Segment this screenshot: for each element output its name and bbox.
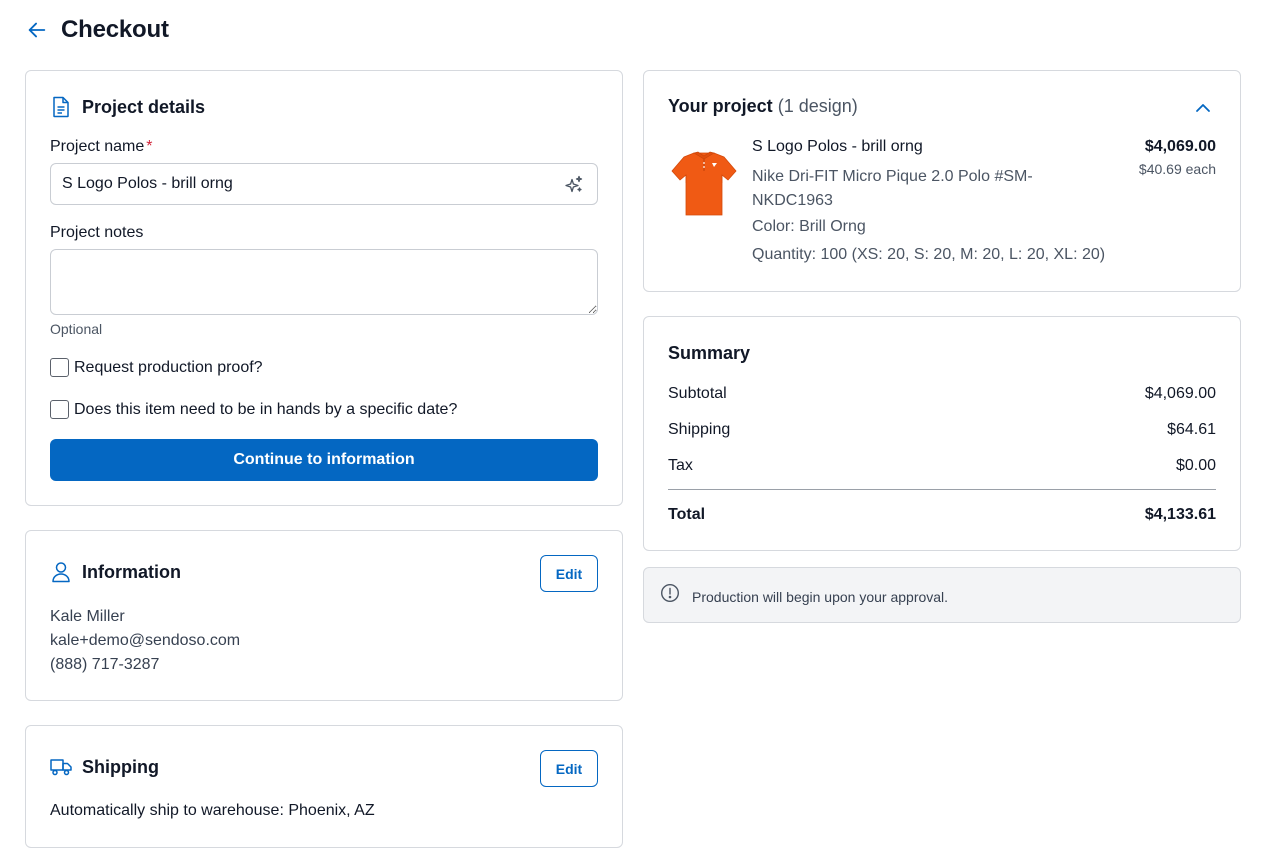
your-project-title-text: Your project <box>668 96 773 116</box>
document-icon <box>50 96 72 118</box>
arrow-left-icon <box>28 22 46 38</box>
design-count: (1 design) <box>777 96 858 116</box>
information-title: Information <box>82 561 181 582</box>
shipping-row: Shipping $64.61 <box>668 421 1216 439</box>
info-circle-icon <box>660 583 680 603</box>
project-details-card: Project details Project name* Project no… <box>25 70 623 506</box>
information-card: Information Edit Kale Miller kale+demo@s… <box>25 530 623 701</box>
shipping-destination: Automatically ship to warehouse: Phoenix… <box>50 802 375 819</box>
summary-divider <box>668 489 1216 490</box>
approval-notice: Production will begin upon your approval… <box>643 567 1241 623</box>
contact-phone: (888) 717-3287 <box>50 656 160 673</box>
continue-to-information-button[interactable]: Continue to information <box>50 439 598 481</box>
total-label: Total <box>668 506 706 523</box>
chevron-up-icon <box>1196 104 1210 112</box>
shipping-cost-label: Shipping <box>668 421 731 438</box>
notes-helper-text: Optional <box>50 321 103 337</box>
product-unit-price: $40.69 each <box>1138 161 1216 177</box>
project-details-header: Project details <box>50 96 205 118</box>
in-hands-date-row[interactable]: Does this item need to be in hands by a … <box>50 400 457 419</box>
product-color: Color: Brill Orng <box>752 218 866 235</box>
shipping-cost-value: $64.61 <box>1167 421 1216 438</box>
shipping-edit-button[interactable]: Edit <box>540 750 598 787</box>
required-marker: * <box>146 138 153 155</box>
contact-email: kale+demo@sendoso.com <box>50 632 241 649</box>
project-name-label: Project name * <box>50 138 153 156</box>
shipping-card: Shipping Edit Automatically ship to ware… <box>25 725 623 848</box>
your-project-title: Your project (1 design) <box>668 96 858 117</box>
tax-label: Tax <box>668 457 693 474</box>
tax-row: Tax $0.00 <box>668 457 1216 475</box>
information-edit-button[interactable]: Edit <box>540 555 598 592</box>
page-title: Checkout <box>61 16 169 43</box>
total-row: Total $4,133.61 <box>668 506 1216 524</box>
truck-icon <box>50 756 72 778</box>
shipping-title: Shipping <box>82 756 159 777</box>
request-proof-label[interactable]: Request production proof? <box>74 359 263 377</box>
in-hands-date-checkbox[interactable] <box>50 400 69 419</box>
subtotal-row: Subtotal $4,069.00 <box>668 385 1216 403</box>
approval-notice-text: Production will begin upon your approval… <box>692 589 949 605</box>
information-header: Information <box>50 561 181 583</box>
project-notes-label: Project notes <box>50 224 144 241</box>
back-button[interactable] <box>24 17 50 43</box>
product-description: Nike Dri-FIT Micro Pique 2.0 Polo #SM-NK… <box>752 168 1033 209</box>
product-quantity: Quantity: 100 (XS: 20, S: 20, M: 20, L: … <box>752 246 1106 263</box>
user-icon <box>50 561 72 583</box>
request-proof-row[interactable]: Request production proof? <box>50 358 263 377</box>
project-notes-textarea[interactable] <box>50 249 598 315</box>
in-hands-date-label[interactable]: Does this item need to be in hands by a … <box>74 401 457 419</box>
shipping-header: Shipping <box>50 756 159 778</box>
product-name: S Logo Polos - brill orng <box>752 138 923 155</box>
subtotal-value: $4,069.00 <box>1144 385 1216 402</box>
page-header: Checkout <box>24 14 169 46</box>
product-image <box>670 147 738 219</box>
your-project-card: Your project (1 design) S Logo Polos - b… <box>643 70 1241 292</box>
ai-sparkle-icon[interactable] <box>564 175 584 195</box>
product-total-price: $4,069.00 <box>1144 138 1216 155</box>
project-details-title: Project details <box>82 96 206 117</box>
total-value: $4,133.61 <box>1144 506 1216 523</box>
project-name-label-text: Project name <box>50 138 145 155</box>
project-name-input[interactable] <box>50 163 598 205</box>
subtotal-label: Subtotal <box>668 385 727 402</box>
tax-value: $0.00 <box>1175 457 1216 474</box>
summary-title: Summary <box>668 343 751 363</box>
contact-name: Kale Miller <box>50 608 125 625</box>
summary-card: Summary Subtotal $4,069.00 Shipping $64.… <box>643 316 1241 551</box>
collapse-button[interactable] <box>1192 97 1214 119</box>
request-proof-checkbox[interactable] <box>50 358 69 377</box>
